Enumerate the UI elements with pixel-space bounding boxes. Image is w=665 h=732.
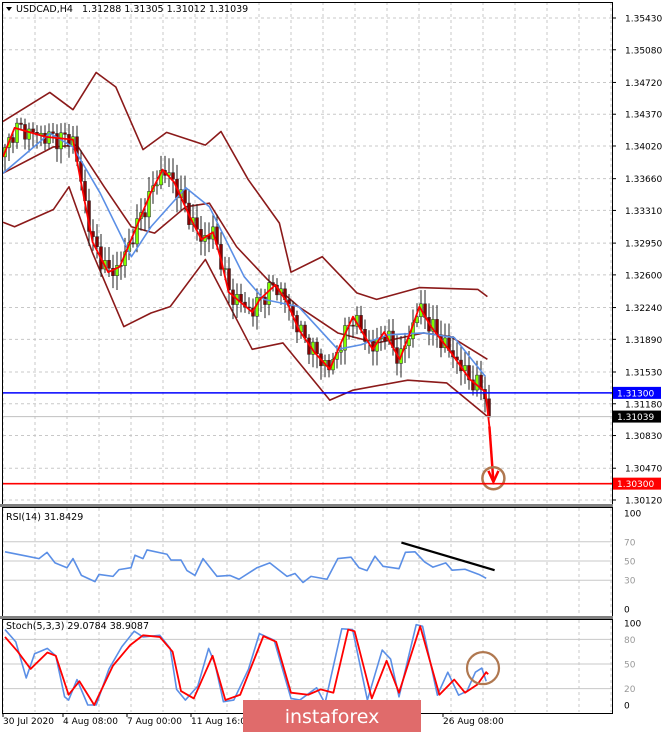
stoch-tick-label: 20 xyxy=(624,685,636,695)
stoch-tick-label: 80 xyxy=(624,636,636,646)
symbol-label: USDCAD,H4 xyxy=(16,4,73,15)
stoch-tick-label: 100 xyxy=(624,620,641,630)
bear-candle xyxy=(171,172,175,180)
chart-header: USDCAD,H4 1.31288 1.31305 1.31012 1.3103… xyxy=(6,4,248,15)
time-label: 7 Aug 00:00 xyxy=(127,717,182,727)
panel-separator[interactable] xyxy=(0,616,613,619)
bear-candle xyxy=(31,128,35,133)
price-tick-label: 1.32950 xyxy=(625,240,662,250)
bear-candle xyxy=(51,131,55,134)
time-label: 11 Aug 16:00 xyxy=(191,717,252,727)
price-tick-label: 1.32600 xyxy=(625,271,662,281)
price-tick-label: 1.31890 xyxy=(625,336,662,346)
price-tick-label: 1.34720 xyxy=(625,79,662,89)
price-tick-label: 1.35080 xyxy=(625,46,662,56)
bear-candle xyxy=(271,282,275,286)
price-tick-label: 1.31530 xyxy=(625,369,662,379)
rsi-tick-label: 100 xyxy=(624,510,641,520)
stoch-title: Stoch(5,3,3) 29.0784 38.9087 xyxy=(6,621,149,632)
price-tick-label: 1.33660 xyxy=(625,175,662,185)
bear-candle xyxy=(315,341,319,355)
ohlc-values: 1.31288 1.31305 1.31012 1.31039 xyxy=(82,4,248,15)
bear-candle xyxy=(383,337,387,342)
bull-candle xyxy=(475,374,479,391)
stoch-tick-label: 0 xyxy=(624,702,630,712)
bear-candle xyxy=(55,133,59,150)
price-tick-label: 1.32240 xyxy=(625,304,662,314)
time-label: 26 Aug 08:00 xyxy=(443,717,504,727)
logo-text: instaforex xyxy=(285,706,380,728)
price-tick-label: 1.35430 xyxy=(625,15,662,25)
rsi-tick-label: 70 xyxy=(624,538,636,548)
bull-candle xyxy=(339,349,343,353)
bear-candle xyxy=(107,260,111,269)
price-tick-label: 1.30830 xyxy=(625,432,662,442)
price-tick-label: 1.34020 xyxy=(625,142,662,152)
chart-window[interactable]: 1.31300 1.30300 1.31039 1.35430 1.35080 1.34… xyxy=(0,0,665,732)
support-level-blue-label: 1.31300 xyxy=(617,389,654,399)
price-tick-label: 1.30120 xyxy=(625,496,662,506)
target-level-red-label: 1.30300 xyxy=(617,480,654,490)
time-label: 4 Aug 08:00 xyxy=(63,717,118,727)
rsi-tick-label: 0 xyxy=(624,606,630,616)
bear-candle xyxy=(63,132,67,135)
bear-candle xyxy=(131,242,135,245)
rsi-tick-label: 50 xyxy=(624,558,636,568)
bull-candle xyxy=(155,184,159,187)
instaforex-logo-banner: instaforex xyxy=(243,700,421,732)
time-label: 30 Jul 2020 xyxy=(3,717,54,727)
stoch-tick-label: 50 xyxy=(624,661,636,671)
price-tick-label: 1.30470 xyxy=(625,465,662,475)
panel-separator[interactable] xyxy=(0,504,613,507)
current-price-label: 1.31039 xyxy=(617,413,654,423)
price-tick-label: 1.31180 xyxy=(625,400,662,410)
bear-candle xyxy=(19,122,23,125)
bear-candle xyxy=(351,324,355,327)
bear-candle xyxy=(183,189,187,204)
bear-candle xyxy=(95,236,99,247)
price-tick-label: 1.33310 xyxy=(625,207,662,217)
bear-candle xyxy=(143,212,147,218)
bear-candle xyxy=(11,137,15,143)
rsi-title: RSI(14) 31.8429 xyxy=(6,512,83,523)
rsi-tick-label: 30 xyxy=(624,577,636,587)
price-tick-label: 1.34370 xyxy=(625,111,662,121)
bear-candle xyxy=(263,296,267,305)
bull-candle xyxy=(27,128,31,140)
bull-candle xyxy=(15,122,19,143)
